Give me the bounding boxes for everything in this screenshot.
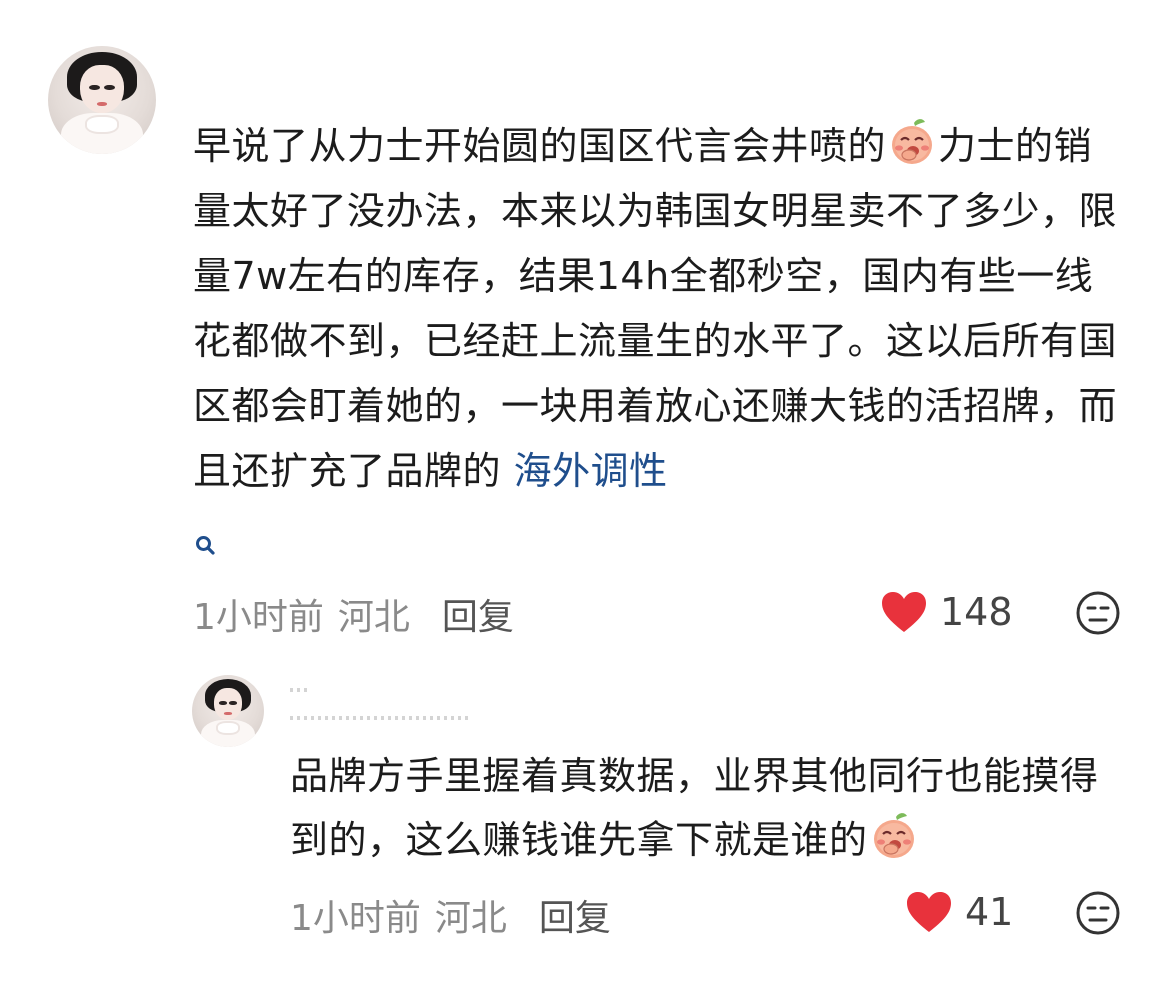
reply-region: 河北 <box>434 898 507 939</box>
comment-region: 河北 <box>337 597 410 638</box>
reply-username-blurred-2 <box>290 716 468 720</box>
heart-icon <box>882 592 926 632</box>
search-icon[interactable] <box>194 534 216 556</box>
comment-like-button[interactable]: 148 <box>880 590 1013 634</box>
comment-time: 1小时前 <box>193 597 324 638</box>
reply-meta: 1小时前 河北 回复 <box>290 889 611 941</box>
dislike-face-icon[interactable] <box>1075 590 1121 636</box>
comment-body: 早说了从力士开始圆的国区代言会井喷的 力士的销量太好了没办法，本来以为韩国女明星… <box>193 114 1128 504</box>
peach-laugh-emoji-icon <box>886 119 938 165</box>
dislike-face-icon[interactable] <box>1075 890 1121 936</box>
comment-like-count: 148 <box>940 590 1013 634</box>
reply-body: 品牌方手里握着真数据，业界其他同行也能摸得到的，这么赚钱谁先拿下就是谁的 <box>290 744 1130 872</box>
reply-time: 1小时前 <box>290 898 421 939</box>
peach-laugh-emoji-icon <box>868 813 920 859</box>
comment-avatar[interactable] <box>48 46 156 154</box>
reply-text: 品牌方手里握着真数据，业界其他同行也能摸得到的，这么赚钱谁先拿下就是谁的 <box>290 754 1099 862</box>
search-link-overseas[interactable]: 海外调性 <box>514 449 668 493</box>
comment-meta: 1小时前 河北 回复 <box>193 588 514 640</box>
reply-avatar[interactable] <box>192 675 264 747</box>
comment-text-part2: 力士的销量太好了没办法，本来以为韩国女明星卖不了多少，限量7w左右的库存，结果1… <box>193 124 1118 493</box>
reply-reply-button[interactable]: 回复 <box>539 889 611 941</box>
comment-text-part1: 早说了从力士开始圆的国区代言会井喷的 <box>193 124 887 168</box>
reply-username-blurred <box>290 688 310 692</box>
reply-like-button[interactable]: 41 <box>905 890 1013 934</box>
reply-like-count: 41 <box>965 890 1014 934</box>
comment-reply-button[interactable]: 回复 <box>442 588 514 640</box>
heart-icon <box>907 892 951 932</box>
